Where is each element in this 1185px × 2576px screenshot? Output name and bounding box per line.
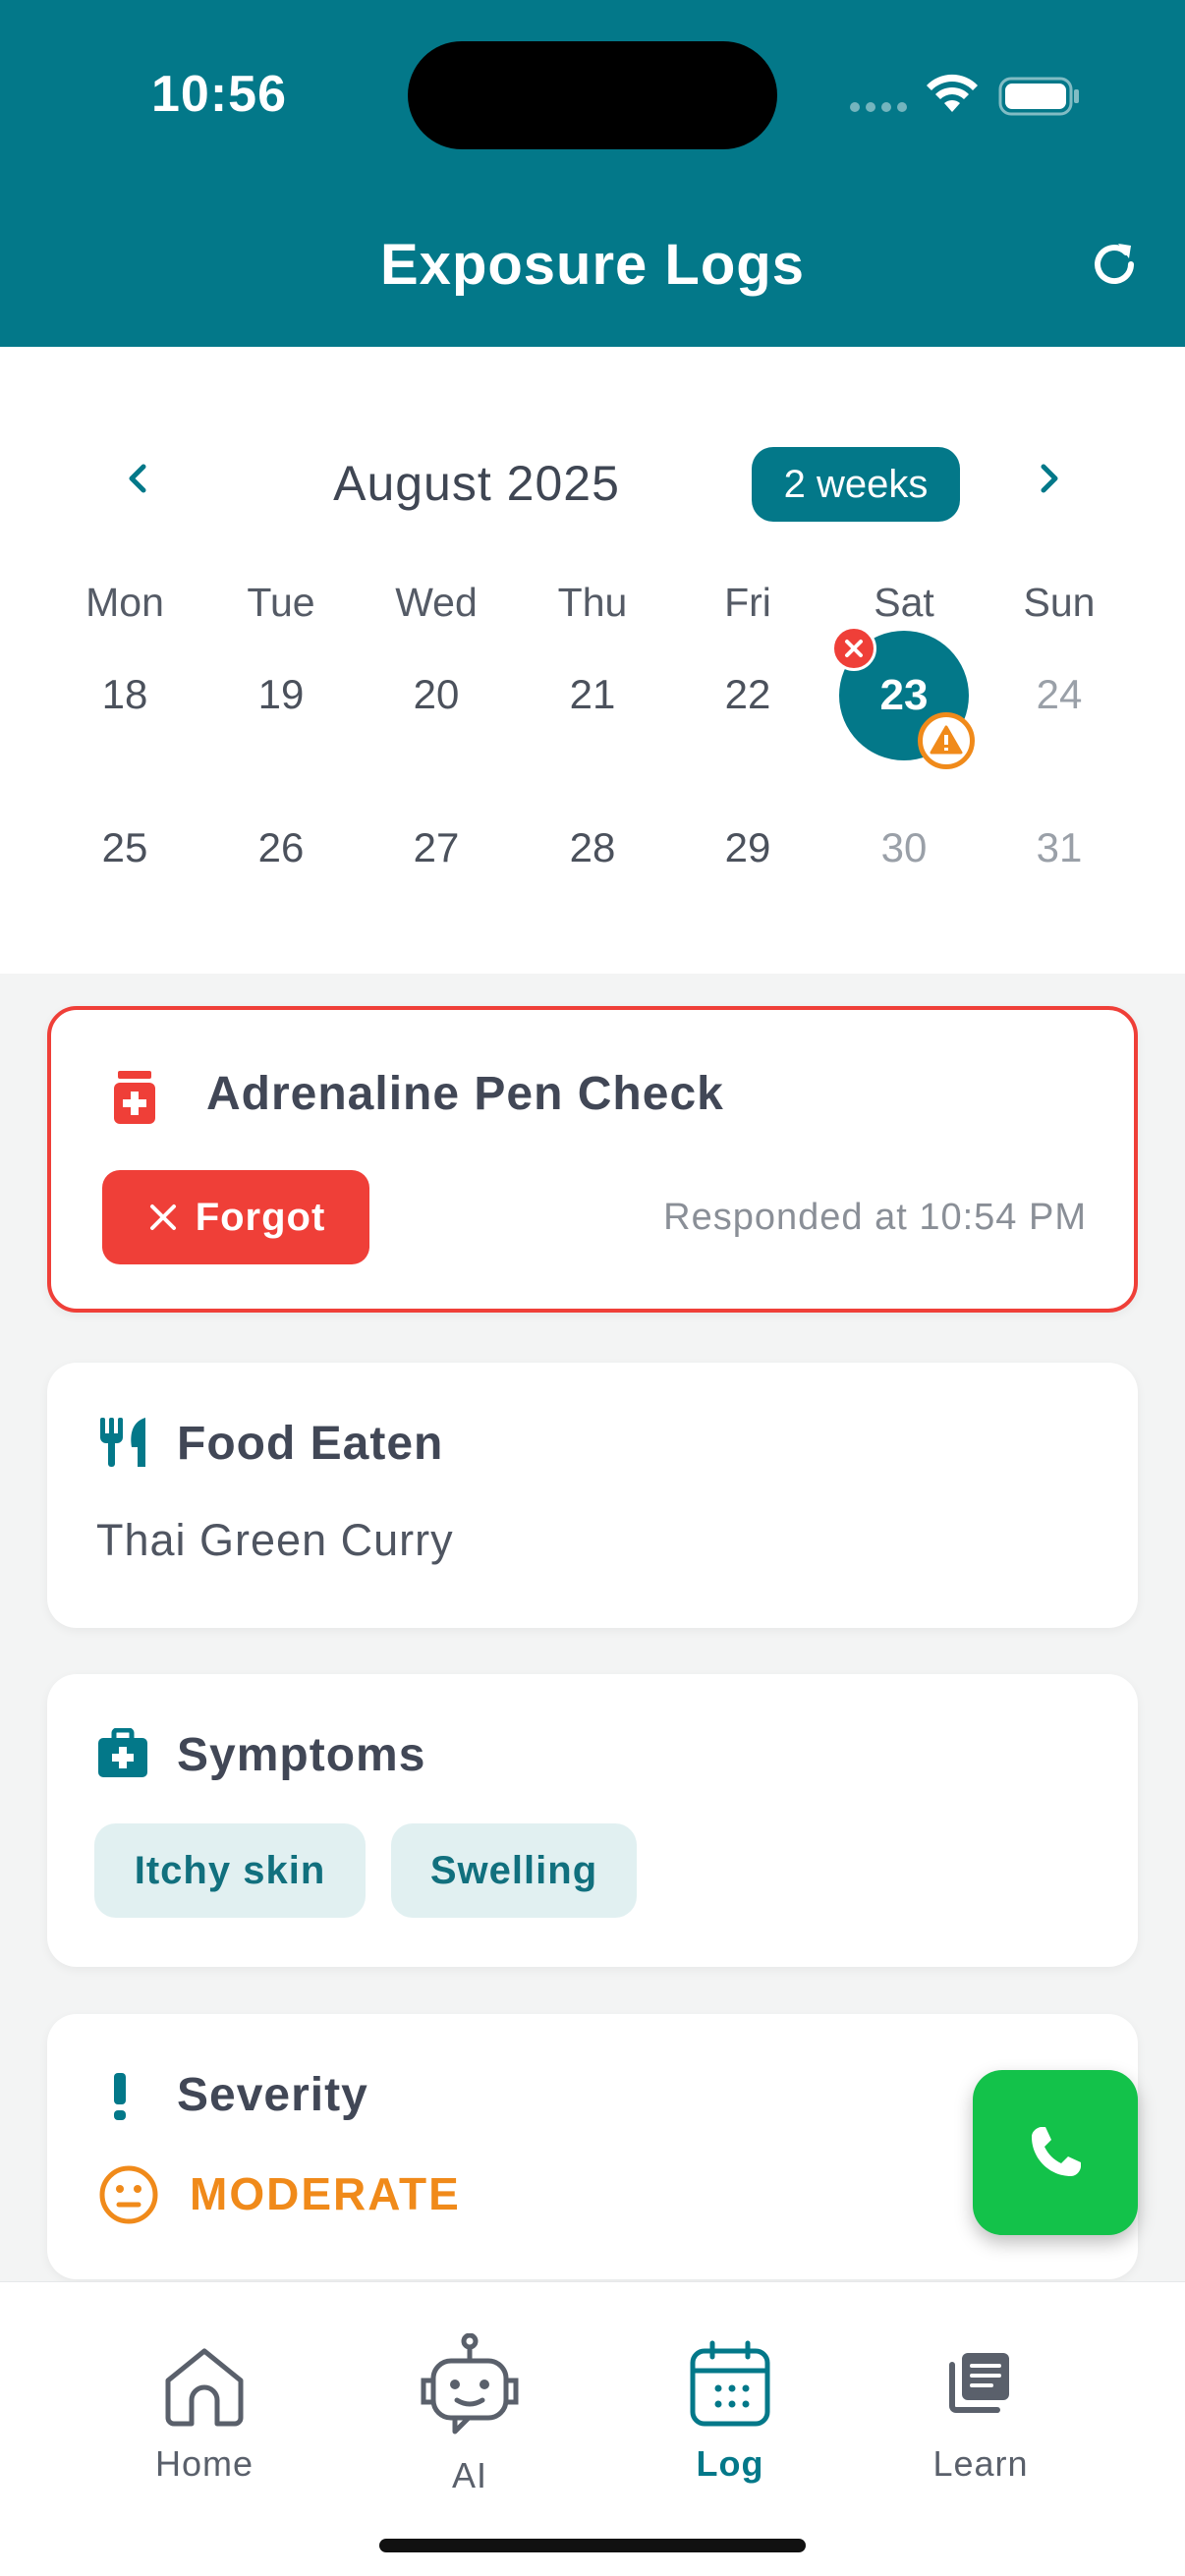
nav-item-learn[interactable]: Learn [882, 2282, 1079, 2518]
home-icon [165, 2348, 244, 2427]
robot-icon [421, 2333, 519, 2435]
weekday-thu: Thu [557, 580, 628, 625]
warning-icon [918, 712, 975, 769]
food-eaten-card: Food Eaten Thai Green Curry [47, 1363, 1138, 1628]
close-icon [831, 626, 876, 671]
calendar-month: August 2025 [333, 456, 620, 511]
responded-time: Responded at 10:54 PM [663, 1197, 1087, 1238]
calendar-day[interactable]: 27 [377, 824, 495, 871]
calendar-day[interactable]: 21 [534, 671, 651, 718]
calendar-day[interactable]: 22 [689, 671, 807, 718]
first-aid-kit-icon [98, 1728, 147, 1777]
weekday-sun: Sun [1023, 580, 1096, 625]
bottom-nav: Home AI Log Learn [0, 2281, 1185, 2576]
nav-label-ai: AI [451, 2455, 487, 2495]
severity-value: MODERATE [190, 2168, 461, 2219]
cellular-signal-icon [850, 102, 907, 112]
symptom-chip: Swelling [391, 1823, 637, 1918]
symptom-chip: Itchy skin [94, 1823, 366, 1918]
symptoms-card-title: Symptoms [177, 1729, 426, 1781]
alert-card-title: Adrenaline Pen Check [206, 1068, 724, 1120]
calendar: August 2025 2 weeks Mon Tue Wed Thu Fri … [0, 347, 1185, 974]
chevron-left-icon[interactable] [114, 455, 161, 502]
calendar-day[interactable]: 29 [689, 824, 807, 871]
forgot-label: Forgot [195, 1195, 326, 1239]
food-value: Thai Green Curry [96, 1515, 454, 1565]
symptoms-card: Symptoms Itchy skin Swelling [47, 1674, 1138, 1967]
calendar-day[interactable]: 19 [222, 671, 340, 718]
close-icon [149, 1204, 176, 1230]
header: 10:56 Exposure Logs [0, 0, 1185, 347]
chevron-right-icon[interactable] [1026, 455, 1073, 502]
weekday-fri: Fri [724, 580, 771, 625]
adrenaline-check-card: Adrenaline Pen Check Forgot Responded at… [47, 1006, 1138, 1313]
nav-label-home: Home [154, 2443, 254, 2484]
screen: 10:56 Exposure Logs August 2025 2 weeks … [0, 0, 1185, 2576]
nav-label-log: Log [696, 2443, 764, 2484]
utensils-icon [100, 1418, 145, 1467]
book-icon [949, 2353, 1009, 2413]
range-toggle-button[interactable]: 2 weeks [752, 447, 960, 522]
exclamation-icon [114, 2073, 126, 2120]
nav-label-learn: Learn [932, 2443, 1029, 2484]
weekday-sat: Sat [874, 580, 934, 625]
severity-card-title: Severity [177, 2069, 368, 2121]
calendar-icon [690, 2340, 770, 2427]
nav-item-ai[interactable]: AI [371, 2282, 568, 2518]
wifi-icon [927, 74, 978, 112]
calendar-day[interactable]: 18 [66, 671, 184, 718]
weekday-tue: Tue [247, 580, 315, 625]
weekday-wed: Wed [395, 580, 478, 625]
home-indicator [379, 2539, 806, 2552]
refresh-icon[interactable] [1086, 236, 1143, 293]
nav-item-log[interactable]: Log [632, 2282, 828, 2518]
page-title: Exposure Logs [380, 233, 805, 297]
weekday-mon: Mon [85, 580, 164, 625]
nav-item-home[interactable]: Home [106, 2282, 303, 2518]
status-time: 10:56 [151, 66, 287, 123]
calendar-day[interactable]: 31 [1000, 824, 1118, 871]
calendar-day[interactable]: 24 [1000, 671, 1118, 718]
emergency-call-button[interactable] [973, 2070, 1138, 2235]
calendar-day[interactable]: 20 [377, 671, 495, 718]
dynamic-island [408, 41, 777, 149]
calendar-day[interactable]: 28 [534, 824, 651, 871]
medication-icon [114, 1071, 155, 1124]
calendar-day[interactable]: 25 [66, 824, 184, 871]
phone-icon [1032, 2127, 1081, 2176]
neutral-face-icon [99, 2165, 158, 2224]
battery-icon [998, 77, 1079, 116]
food-card-title: Food Eaten [177, 1418, 444, 1470]
calendar-day[interactable]: 30 [845, 824, 963, 871]
forgot-status-button[interactable]: Forgot [102, 1170, 369, 1264]
calendar-day[interactable]: 26 [222, 824, 340, 871]
